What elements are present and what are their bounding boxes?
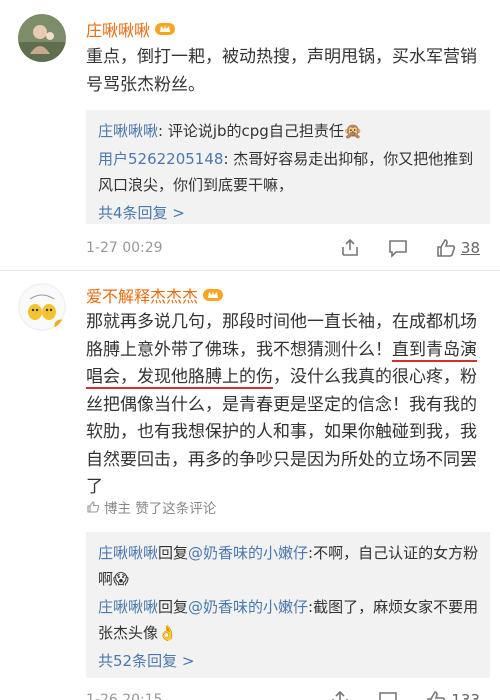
- reply-item[interactable]: 用户5262205148: 杰哥好容易走出抑郁，你又把他推到风口浪尖，你们到底要…: [98, 146, 480, 198]
- comment-username[interactable]: 庄啾啾啾: [86, 17, 176, 41]
- more-replies-link[interactable]: 共52条回复 >: [98, 648, 480, 674]
- like-button[interactable]: 38: [435, 237, 480, 259]
- comment-time: 1-26 20:15: [86, 692, 163, 700]
- like-count: 38: [460, 239, 480, 257]
- comment-meta: 1-26 20:15 133: [86, 686, 490, 700]
- reply-username[interactable]: 庄啾啾啾: [98, 598, 158, 616]
- vip-crown-icon: [203, 289, 224, 301]
- reply-item[interactable]: 庄啾啾啾回复@奶香味的小嫩仔:截图了，麻烦女家不要用张杰头像👌: [98, 594, 480, 646]
- reply-text: 评论说jb的cpg自己担责任🙊: [167, 122, 363, 140]
- comment-button[interactable]: [377, 689, 399, 700]
- comment-time: 1-27 00:29: [86, 240, 163, 256]
- avatar-image-icon: [18, 14, 66, 62]
- reply-target[interactable]: @奶香味的小嫩仔: [188, 544, 308, 562]
- reply-username[interactable]: 用户5262205148: [98, 150, 223, 168]
- reply-username[interactable]: 庄啾啾啾: [98, 122, 158, 140]
- thumbs-up-icon: [437, 239, 456, 257]
- avatar[interactable]: [18, 14, 66, 62]
- comment-username[interactable]: 爱不解释杰杰杰: [86, 283, 224, 307]
- more-replies-link[interactable]: 共4条回复 >: [98, 200, 480, 226]
- comment-item: 爱不解释杰杰杰 那就再多说几句，那段时间他一直长袖，在成都机场胳膊上意外带了佛珠…: [0, 271, 500, 700]
- reply-item[interactable]: 庄啾啾啾回复@奶香味的小嫩仔:不啊，自己认证的女方粉啊😱: [98, 540, 480, 592]
- comment-text: 重点，倒打一耙，被动热搜，声明甩锅，买水军营销号骂张杰粉丝。: [86, 47, 477, 95]
- thumbs-up-small-icon: [87, 501, 100, 513]
- reply-item[interactable]: 庄啾啾啾: 评论说jb的cpg自己担责任🙊: [98, 118, 480, 144]
- comment-text: 那就再多说几句，那段时间他一直长袖，在成都机场胳膊上意外带了佛珠，我不想猜测什么…: [86, 312, 477, 497]
- comment-icon: [379, 692, 398, 700]
- like-count: 133: [451, 691, 480, 700]
- vip-crown-icon: [155, 23, 176, 35]
- comment-actions: 38: [313, 234, 480, 262]
- author-liked-note: 博主 赞了这条评论: [86, 497, 216, 517]
- avatar[interactable]: [18, 283, 66, 331]
- thumbs-up-icon: [427, 691, 446, 700]
- reply-target[interactable]: @奶香味的小嫩仔: [188, 598, 308, 616]
- verified-badge-icon: [54, 319, 66, 331]
- comment-button[interactable]: [387, 237, 409, 259]
- comment-icon: [389, 240, 407, 258]
- comment-item: 庄啾啾啾 重点，倒打一耙，被动热搜，声明甩锅，买水军营销号骂张杰粉丝。 庄啾啾啾…: [0, 0, 500, 262]
- share-button[interactable]: [329, 689, 351, 700]
- reply-username[interactable]: 庄啾啾啾: [98, 544, 158, 562]
- share-icon: [342, 238, 358, 256]
- like-button[interactable]: 133: [425, 689, 480, 700]
- comment-meta: 1-27 00:29 38: [86, 234, 490, 262]
- share-button[interactable]: [339, 237, 361, 259]
- reply-box[interactable]: 庄啾啾啾: 评论说jb的cpg自己担责任🙊 用户5262205148: 杰哥好容…: [86, 110, 490, 224]
- reply-box[interactable]: 庄啾啾啾回复@奶香味的小嫩仔:不啊，自己认证的女方粉啊😱 庄啾啾啾回复@奶香味的…: [86, 532, 490, 678]
- comment-actions: 133: [303, 686, 480, 700]
- share-icon: [332, 690, 349, 700]
